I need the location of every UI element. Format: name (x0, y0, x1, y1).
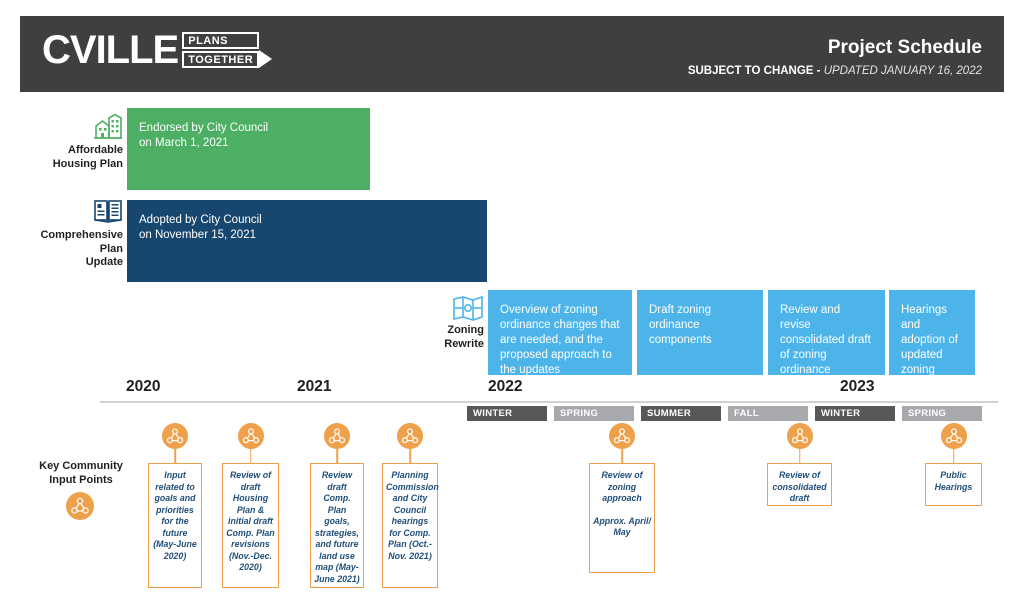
bar-text: Draft zoning ordinance components (649, 304, 712, 346)
input-point-subtext: Approx. April/ May (593, 515, 651, 538)
bar-zoning-overview: Overview of zoning ordinance changes tha… (488, 290, 632, 376)
row-label-comprehensive-plan-update: Comprehensive Plan Update (8, 199, 123, 270)
input-point-box[interactable]: Input related to goals and priorities fo… (148, 463, 202, 588)
kci-label-line-2: Input Points (49, 473, 113, 486)
season-chip-winter-2022: WINTER (467, 406, 547, 421)
kci-label-line-1: Key Community (39, 460, 123, 472)
input-point-stem (409, 449, 411, 463)
page-header: CVILLE PLANS TOGETHER Project Schedule S… (20, 16, 1004, 92)
house-cluster-icon (94, 113, 122, 139)
input-point-stem (798, 449, 801, 463)
page-title: Project Schedule (827, 37, 982, 58)
input-point-text: Review draft Comp. Plan goals, strategie… (314, 470, 360, 584)
input-point-box[interactable]: Review of draft Housing Plan & initial d… (222, 463, 279, 588)
input-point-stem (621, 449, 623, 463)
bar-zoning-hearings-adoption: Hearings and adoption of updated zoning … (889, 290, 975, 391)
updated-date-text: UPDATED JANUARY 16, 2022 (823, 65, 982, 77)
input-point-text: Planning Commission and City Council hea… (386, 470, 439, 561)
row-label-line-1: Zoning (447, 324, 484, 336)
row-label-line-2: Plan (99, 242, 123, 255)
bar-comprehensive-plan-update: Adopted by City Council on November 15, … (127, 200, 487, 282)
input-point-box[interactable]: Review of consolidated draft (767, 463, 832, 506)
input-point-box[interactable]: Public Hearings (925, 463, 982, 506)
bar-affordable-housing-plan: Endorsed by City Council on March 1, 202… (127, 108, 370, 190)
logo-plans-box: PLANS (182, 32, 260, 49)
year-label-2020: 2020 (126, 378, 161, 395)
input-point-box[interactable]: Planning Commission and City Council hea… (382, 463, 439, 588)
key-community-input-label: Key Community Input Points (18, 460, 144, 487)
input-point-text: Review of zoning approach (601, 470, 643, 503)
season-chip-fall-2022: FALL (728, 406, 808, 421)
bar-text: Adopted by City Council on November 15, … (139, 214, 262, 241)
input-point-box[interactable]: Review draft Comp. Plan goals, strategie… (310, 463, 364, 588)
row-label-zoning-rewrite: Zoning Rewrite (420, 295, 484, 351)
row-label-line-3: Update (85, 256, 123, 268)
year-label-2023: 2023 (840, 378, 875, 395)
logo-wordmark: CVILLE (42, 28, 179, 72)
input-point-stem (952, 449, 955, 463)
map-icon (453, 295, 483, 321)
input-point-text: Public Hearings (934, 470, 973, 492)
open-book-icon (94, 200, 122, 223)
input-point-text: Input related to goals and priorities fo… (153, 470, 197, 561)
input-point-text: Review of draft Housing Plan & initial d… (226, 470, 275, 572)
bar-zoning-draft-components: Draft zoning ordinance components (637, 290, 763, 375)
bar-text: Endorsed by City Council on March 1, 202… (139, 122, 269, 149)
community-input-icon (66, 492, 94, 525)
input-point-box[interactable]: Review of zoning approach Approx. April/… (589, 463, 655, 573)
season-chip-winter-2023: WINTER (815, 406, 895, 421)
row-label-line-2: Rewrite (444, 337, 484, 350)
input-point-stem (249, 449, 252, 463)
bar-zoning-review-revise: Review and revise consolidated draft of … (768, 290, 885, 376)
cville-plans-together-logo: CVILLE PLANS TOGETHER (42, 28, 273, 72)
timeline-axis (100, 401, 998, 403)
row-label-line-1: Comprehensive (40, 229, 123, 241)
subject-to-change-text: SUBJECT TO CHANGE - (687, 65, 824, 77)
arrow-right-icon (259, 50, 273, 68)
season-chip-spring-2023: SPRING (902, 406, 982, 421)
logo-together-box: TOGETHER (182, 51, 260, 68)
header-subtitle: SUBJECT TO CHANGE - UPDATED JANUARY 16, … (688, 64, 982, 78)
logo-tagline-stack: PLANS TOGETHER (182, 32, 273, 68)
row-label-affordable-housing-plan: Affordable Housing Plan (18, 113, 123, 171)
project-schedule-infographic: CVILLE PLANS TOGETHER Project Schedule S… (0, 0, 1024, 607)
row-label-line-2: Housing Plan (52, 157, 123, 170)
header-title-block: Project Schedule SUBJECT TO CHANGE - UPD… (688, 36, 982, 78)
bar-text: Review and revise consolidated draft of … (780, 304, 871, 376)
row-label-line-1: Affordable (68, 144, 123, 156)
input-point-text: Review of consolidated draft (772, 470, 827, 503)
input-point-stem (174, 449, 176, 463)
bar-text: Hearings and adoption of updated zoning … (901, 304, 958, 391)
input-point-stem (336, 449, 338, 463)
season-chip-spring-2022: SPRING (554, 406, 634, 421)
season-chip-summer-2022: SUMMER (641, 406, 721, 421)
bar-text: Overview of zoning ordinance changes tha… (500, 304, 620, 376)
year-label-2022: 2022 (488, 378, 523, 395)
year-label-2021: 2021 (297, 378, 332, 395)
